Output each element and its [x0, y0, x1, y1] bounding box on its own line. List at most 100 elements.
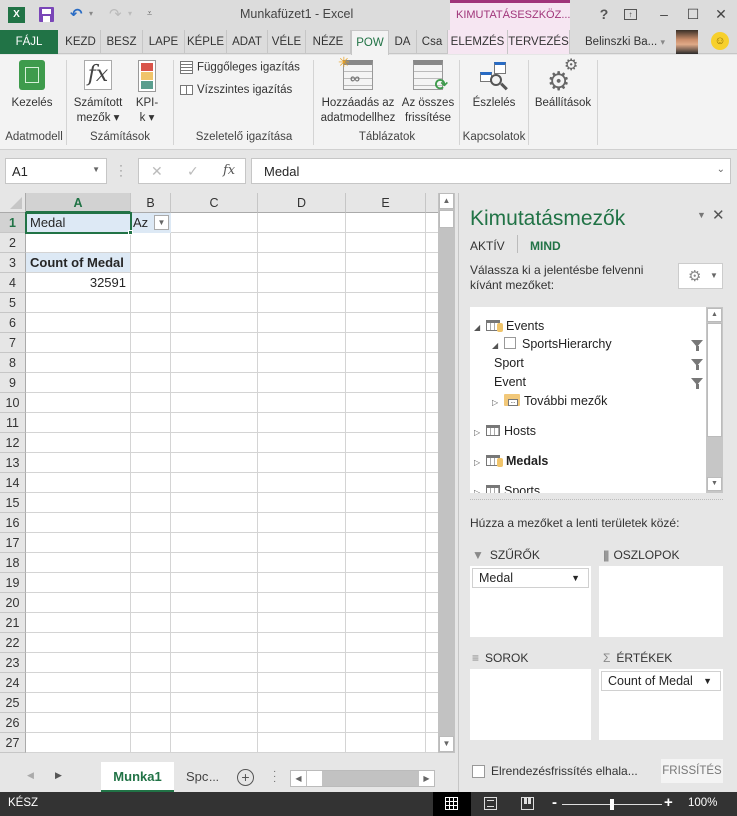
add-to-data-model-button[interactable]: ✳ ∞ Hozzáadás az adatmodellhez: [318, 55, 398, 126]
grid-cell[interactable]: [171, 513, 258, 533]
grid-cell[interactable]: [26, 633, 131, 653]
grid-cell[interactable]: [131, 673, 171, 693]
field-checkbox[interactable]: [504, 337, 516, 349]
defer-update-label[interactable]: Elrendezésfrissítés elhala...: [491, 764, 638, 778]
scroll-right-button[interactable]: ▶: [419, 771, 434, 786]
cell-a4[interactable]: 32591: [26, 273, 131, 293]
grid-cell[interactable]: [426, 713, 438, 733]
tab-file[interactable]: FÁJL: [0, 30, 58, 54]
grid-cell[interactable]: [258, 673, 346, 693]
row-header-10[interactable]: 10: [0, 393, 26, 413]
grid-cell[interactable]: [346, 413, 426, 433]
row-header-25[interactable]: 25: [0, 693, 26, 713]
grid-cell[interactable]: [171, 433, 258, 453]
settings-button[interactable]: ⚙ ⚙ Beállítások: [530, 58, 596, 111]
field-item-events[interactable]: ◢ Events: [474, 319, 544, 333]
grid-cell[interactable]: [346, 373, 426, 393]
grid-cell[interactable]: [171, 653, 258, 673]
cell-a3[interactable]: Count of Medal: [26, 253, 131, 273]
grid-cell[interactable]: [171, 373, 258, 393]
redo-dropdown-icon[interactable]: ▾: [128, 9, 132, 18]
column-header-d[interactable]: D: [258, 193, 346, 213]
field-item-event[interactable]: Event: [494, 375, 526, 389]
field-item-medals[interactable]: ▷ Medals: [474, 454, 548, 468]
grid-cell[interactable]: [346, 233, 426, 253]
grid-cell[interactable]: [258, 733, 346, 753]
cell-b1-filter-label[interactable]: Az ▼: [131, 213, 171, 233]
row-header-17[interactable]: 17: [0, 533, 26, 553]
tab-csa[interactable]: Csa: [417, 30, 448, 54]
select-all-button[interactable]: [0, 193, 26, 213]
row-header-8[interactable]: 8: [0, 353, 26, 373]
row-header-7[interactable]: 7: [0, 333, 26, 353]
expand-icon[interactable]: ▷: [474, 488, 486, 493]
tab-all-fields[interactable]: MIND: [530, 239, 561, 253]
grid-cell[interactable]: [171, 453, 258, 473]
formula-bar-grip-icon[interactable]: · · ·: [119, 159, 123, 181]
grid-cell[interactable]: [346, 453, 426, 473]
row-header-13[interactable]: 13: [0, 453, 26, 473]
grid-cell[interactable]: [346, 493, 426, 513]
grid-cell[interactable]: [26, 513, 131, 533]
row-header-3[interactable]: 3: [0, 253, 26, 273]
save-icon[interactable]: [39, 7, 54, 22]
grid-cell[interactable]: [346, 513, 426, 533]
grid-cell[interactable]: [426, 293, 438, 313]
grid-cell[interactable]: [426, 573, 438, 593]
row-header-22[interactable]: 22: [0, 633, 26, 653]
grid-cell[interactable]: [26, 393, 131, 413]
grid-cell[interactable]: [258, 373, 346, 393]
grid-cell[interactable]: [426, 313, 438, 333]
grid-cell[interactable]: [26, 553, 131, 573]
grid-cell[interactable]: [426, 213, 438, 233]
row-header-4[interactable]: 4: [0, 273, 26, 293]
row-header-24[interactable]: 24: [0, 673, 26, 693]
grid-cell[interactable]: [346, 393, 426, 413]
field-list-settings-button[interactable]: ⚙ ▼: [678, 263, 723, 289]
row-header-11[interactable]: 11: [0, 413, 26, 433]
grid-cell[interactable]: [346, 693, 426, 713]
field-item-sports[interactable]: ▷ Sports: [474, 484, 540, 493]
normal-view-button[interactable]: [433, 792, 471, 816]
grid-cell[interactable]: [171, 573, 258, 593]
minimize-button[interactable]: –: [654, 6, 674, 22]
row-header-15[interactable]: 15: [0, 493, 26, 513]
grid-cell[interactable]: [26, 533, 131, 553]
grid-cell[interactable]: [171, 413, 258, 433]
next-sheet-button[interactable]: ▶: [55, 770, 62, 781]
grid-cell[interactable]: [258, 473, 346, 493]
grid-cell[interactable]: [426, 233, 438, 253]
field-item-hosts[interactable]: ▷ Hosts: [474, 424, 536, 438]
grid-cell[interactable]: [426, 273, 438, 293]
grid-cell[interactable]: [171, 313, 258, 333]
grid-cell[interactable]: [131, 293, 171, 313]
grid-cell[interactable]: [26, 433, 131, 453]
grid-cell[interactable]: [131, 453, 171, 473]
grid-cell[interactable]: [258, 553, 346, 573]
grid-cell[interactable]: [346, 213, 426, 233]
grid-cell[interactable]: [171, 613, 258, 633]
column-header-c[interactable]: C: [171, 193, 258, 213]
update-button[interactable]: FRISSÍTÉS: [661, 759, 723, 783]
grid-cell[interactable]: [258, 613, 346, 633]
tab-formulas[interactable]: KÉPLE: [185, 30, 227, 54]
grid-cell[interactable]: [26, 373, 131, 393]
tab-da[interactable]: DA: [389, 30, 417, 54]
tab-home[interactable]: KEZD: [61, 30, 101, 54]
grid-cell[interactable]: [426, 393, 438, 413]
sheet-tab-spc[interactable]: Spc: [186, 762, 208, 792]
grid-cell[interactable]: [426, 493, 438, 513]
prev-sheet-button[interactable]: ◀: [27, 770, 34, 781]
grid-cell[interactable]: [26, 653, 131, 673]
grid-cell[interactable]: [258, 233, 346, 253]
field-scroll-thumb[interactable]: [707, 323, 722, 437]
field-dropdown-icon[interactable]: ▼: [703, 672, 712, 690]
grid-cell[interactable]: [26, 493, 131, 513]
zoom-slider-thumb[interactable]: [610, 799, 614, 810]
column-header-b[interactable]: B: [131, 193, 171, 213]
row-header-27[interactable]: 27: [0, 733, 26, 753]
grid-cell[interactable]: [426, 433, 438, 453]
field-item-további-mezők[interactable]: ▷... További mezők: [492, 394, 607, 408]
zoom-level[interactable]: 100%: [688, 797, 717, 809]
grid-cell[interactable]: [171, 473, 258, 493]
